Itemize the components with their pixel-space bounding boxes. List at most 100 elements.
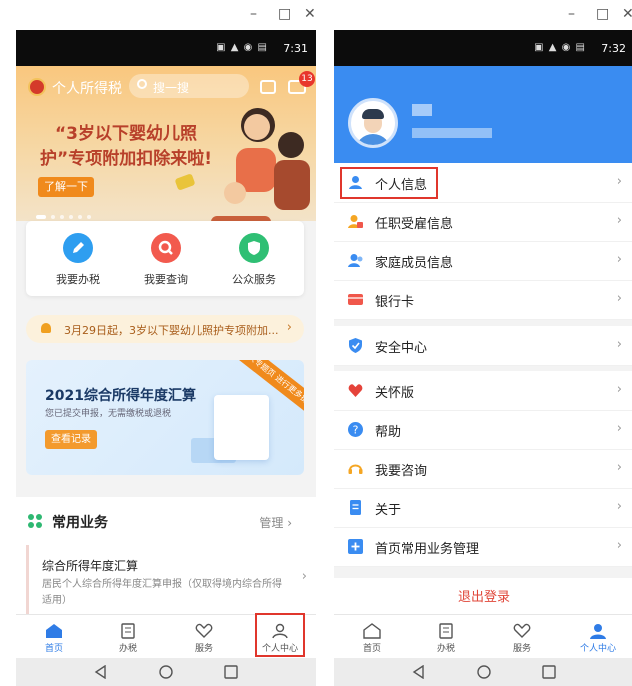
chevron-right-icon: › [616, 382, 622, 397]
home-nav-icon[interactable] [159, 665, 173, 679]
headset-icon [348, 464, 363, 474]
menu-item-help[interactable]: ? 帮助 › [334, 410, 632, 450]
menu-group-support: 关怀版 › ? 帮助 › 我要咨询 › 关于 › 首页常用业务管理 › [334, 371, 632, 567]
section-title: 常用业务 [52, 515, 108, 531]
tab-label: 服务 [194, 644, 213, 654]
chevron-right-icon: › [616, 213, 622, 228]
status-time: 7:31 [283, 42, 308, 55]
heart-icon [513, 623, 531, 639]
list-item-desc: 居民个人综合所得年度汇算申报（仅取得境内综合所得适用） [42, 579, 282, 606]
quick-action-label: 公众服务 [232, 273, 276, 286]
close-button[interactable]: ✕ [622, 6, 632, 22]
tab-personal-center[interactable]: 个人中心 [568, 615, 628, 654]
system-nav-bar [334, 658, 632, 686]
tab-home[interactable]: 首页 [24, 615, 84, 654]
tab-label: 首页 [362, 644, 381, 654]
search-input[interactable]: 搜一搜 [129, 74, 249, 98]
phone-personal-center: – □ ✕ ▣ ▲ ◉ ▤ 7:32 个人信息 › 任职受雇信息 › 家庭成员信… [334, 0, 632, 686]
menu-item-label: 任职受雇信息 [375, 217, 454, 232]
menu-item-label: 首页常用业务管理 [375, 542, 480, 557]
notice-bar[interactable]: 3月29日起，3岁以下婴幼儿照护专项附加... › [26, 315, 304, 343]
menu-item-label: 家庭成员信息 [375, 256, 454, 271]
tab-service[interactable]: 服务 [174, 615, 234, 654]
scan-icon[interactable] [260, 80, 276, 94]
app-title: 个人所得税 [52, 81, 122, 97]
logout-button[interactable]: 退出登录 [334, 578, 632, 614]
phone-home-screen: – □ ✕ ▣ ▲ ◉ ▤ 7:31 个人所得税 搜一搜 13 “3岁以下婴幼儿… [16, 0, 316, 686]
avatar[interactable] [348, 98, 398, 148]
tax-emblem-icon [28, 78, 46, 96]
recents-icon[interactable] [224, 665, 238, 679]
employee-icon [348, 215, 363, 228]
menu-item-home-business-manage[interactable]: 首页常用业务管理 › [334, 527, 632, 567]
chevron-right-icon: › [616, 499, 622, 514]
annual-settlement-card[interactable]: 进入专题页 进行更多操作 2021综合所得年度汇算 您已提交申报，无需缴税或退税… [26, 360, 304, 475]
chevron-right-icon: › [301, 569, 307, 584]
document-icon [119, 623, 137, 639]
minimize-button[interactable]: – [568, 6, 575, 22]
tab-service[interactable]: 服务 [492, 615, 552, 654]
quick-action-public-service[interactable]: 公众服务 [214, 233, 294, 287]
menu-item-employment-info[interactable]: 任职受雇信息 › [334, 202, 632, 242]
annual-card-subtitle: 您已提交申报，无需缴税或退税 [45, 409, 172, 419]
maximize-button[interactable]: □ [596, 6, 609, 22]
close-button[interactable]: ✕ [304, 6, 316, 22]
app-bar: 个人所得税 搜一搜 13 [16, 66, 316, 106]
chevron-right-icon: › [616, 337, 622, 352]
status-icons: ▣ ▲ ◉ ▤ [534, 42, 586, 53]
chevron-right-icon: › [286, 320, 292, 335]
search-icon [137, 79, 147, 89]
recents-icon[interactable] [542, 665, 556, 679]
home-nav-icon[interactable] [477, 665, 491, 679]
tab-label: 办税 [118, 644, 137, 654]
status-time: 7:32 [601, 42, 626, 55]
chevron-right-icon: › [616, 460, 622, 475]
tab-home[interactable]: 首页 [342, 615, 402, 654]
menu-item-label: 安全中心 [375, 341, 428, 356]
maximize-button[interactable]: □ [278, 6, 291, 22]
menu-item-about[interactable]: 关于 › [334, 488, 632, 528]
person-icon [589, 623, 607, 639]
highlight-box [255, 613, 305, 657]
quick-actions: 我要办税 我要查询 公众服务 [26, 221, 304, 296]
tab-tax[interactable]: 办税 [416, 615, 476, 654]
back-icon[interactable] [94, 665, 108, 679]
quick-action-label: 我要查询 [144, 273, 188, 286]
window-titlebar: – □ ✕ [334, 0, 632, 30]
tab-label: 个人中心 [579, 644, 616, 654]
notice-text: 3月29日起，3岁以下婴幼儿照护专项附加... [64, 324, 279, 337]
learn-more-button[interactable]: 了解一下 [38, 177, 94, 197]
chevron-right-icon: › [616, 421, 622, 436]
menu-item-security-center[interactable]: 安全中心 › [334, 326, 632, 366]
menu-item-care-mode[interactable]: 关怀版 › [334, 371, 632, 411]
menu-item-label: 关于 [375, 503, 402, 518]
minimize-button[interactable]: – [250, 6, 257, 22]
home-icon [363, 623, 381, 639]
chevron-right-icon: › [616, 538, 622, 553]
view-records-button[interactable]: 查看记录 [45, 430, 97, 449]
menu-item-family-info[interactable]: 家庭成员信息 › [334, 241, 632, 281]
tab-tax[interactable]: 办税 [98, 615, 158, 654]
plus-icon [348, 539, 363, 554]
chevron-right-icon: › [616, 174, 622, 189]
banner-title: “3岁以下婴幼儿照护”专项附加扣除来啦! [40, 124, 212, 169]
quick-action-file-tax[interactable]: 我要办税 [38, 233, 118, 287]
menu-item-consult[interactable]: 我要咨询 › [334, 449, 632, 489]
list-item[interactable]: 综合所得年度汇算 居民个人综合所得年度汇算申报（仅取得境内综合所得适用） › [26, 545, 307, 614]
search-placeholder: 搜一搜 [153, 81, 190, 95]
menu-item-label: 我要咨询 [375, 464, 428, 479]
tab-label: 办税 [436, 644, 455, 654]
quick-action-query[interactable]: 我要查询 [126, 233, 206, 287]
menu-item-label: 银行卡 [375, 295, 415, 310]
menu-item-bank-card[interactable]: 银行卡 › [334, 280, 632, 320]
family-icon [348, 254, 363, 267]
system-nav-bar [16, 658, 316, 686]
common-business-section: 常用业务 管理 › 综合所得年度汇算 居民个人综合所得年度汇算申报（仅取得境内综… [16, 497, 316, 614]
message-badge: 13 [299, 71, 315, 87]
back-icon[interactable] [412, 665, 426, 679]
manage-link[interactable]: 管理 › [259, 514, 292, 531]
bottom-tab-bar: 首页 办税 服务 个人中心 [334, 614, 632, 659]
clover-icon [28, 514, 42, 528]
annual-card-title: 2021综合所得年度汇算 [45, 388, 196, 404]
bank-card-icon [348, 294, 363, 305]
